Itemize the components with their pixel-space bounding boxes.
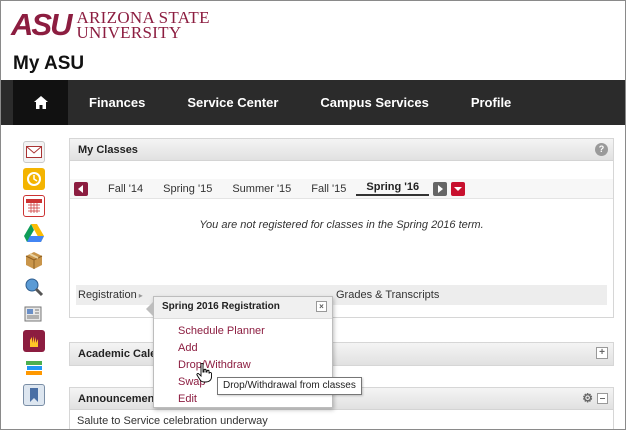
home-icon <box>33 96 48 109</box>
popup-header: Spring 2016 Registration × <box>154 297 332 319</box>
help-icon[interactable]: ? <box>595 143 608 156</box>
drop-withdraw-tooltip: Drop/Withdrawal from classes <box>217 377 362 395</box>
nav-service-center[interactable]: Service Center <box>166 80 299 125</box>
right-arrow-icon <box>438 184 444 193</box>
news-icon[interactable] <box>23 303 45 325</box>
academic-calendar-header: Academic Calen + <box>70 343 613 365</box>
asu-logo[interactable]: ASU ARIZONA STATE UNIVERSITY <box>11 9 210 41</box>
nav-campus-services[interactable]: Campus Services <box>299 80 449 125</box>
popup-title: Spring 2016 Registration <box>162 301 280 312</box>
term-tabs: Fall '14 Spring '15 Summer '15 Fall '15 … <box>70 179 613 199</box>
prev-term-button[interactable] <box>74 181 88 196</box>
google-drive-icon[interactable] <box>23 222 45 244</box>
announcement-item[interactable]: Salute to Service celebration underway <box>70 410 613 429</box>
nav-profile[interactable]: Profile <box>450 80 532 125</box>
menu-schedule-planner[interactable]: Schedule Planner <box>178 323 332 340</box>
search-globe-icon[interactable] <box>23 276 45 298</box>
logo-mark: ASU <box>11 7 72 42</box>
academic-calendar-title: Academic Calen <box>78 348 163 360</box>
logo-line-2: UNIVERSITY <box>76 23 182 42</box>
calendar-icon[interactable] <box>23 195 45 217</box>
collapse-icon[interactable] <box>597 393 608 404</box>
term-dropdown-button[interactable] <box>451 181 466 196</box>
main-nav: Finances Service Center Campus Services … <box>1 80 625 125</box>
next-term-button[interactable] <box>433 181 448 196</box>
page-frame: ASU ARIZONA STATE UNIVERSITY My ASU Fina… <box>0 0 626 430</box>
my-classes-panel: My Classes ? Fall '14 Spring '15 Summer … <box>69 138 614 318</box>
chevron-down-icon <box>454 186 463 191</box>
nav-finances[interactable]: Finances <box>68 80 166 125</box>
tab-fall-14[interactable]: Fall '14 <box>98 183 153 195</box>
tab-fall-15[interactable]: Fall '15 <box>301 183 356 195</box>
outlook-icon[interactable] <box>23 168 45 190</box>
package-icon[interactable] <box>23 249 45 271</box>
close-icon[interactable]: × <box>316 301 327 312</box>
logo-text: ARIZONA STATE UNIVERSITY <box>76 9 209 42</box>
menu-add[interactable]: Add <box>178 340 332 357</box>
asu-icon[interactable] <box>23 330 45 352</box>
popup-pointer <box>146 301 154 317</box>
left-arrow-icon <box>78 184 83 193</box>
my-classes-title: My Classes <box>78 144 138 156</box>
home-button[interactable] <box>13 80 68 125</box>
bookmark-icon[interactable] <box>23 384 45 406</box>
tab-spring-15[interactable]: Spring '15 <box>153 183 222 195</box>
books-icon[interactable] <box>23 357 45 379</box>
registration-link[interactable]: Registration <box>78 289 137 301</box>
my-classes-header: My Classes ? <box>70 139 613 161</box>
tab-summer-15[interactable]: Summer '15 <box>222 183 301 195</box>
announcements-title: Announcements <box>78 393 165 405</box>
mail-icon[interactable] <box>23 141 45 163</box>
registration-arrow-icon: ▸ <box>138 290 143 300</box>
academic-calendar-panel: Academic Calen + <box>69 342 614 366</box>
expand-icon[interactable]: + <box>596 347 608 359</box>
not-registered-message: You are not registered for classes in th… <box>199 219 484 231</box>
site-title: My ASU <box>13 53 85 74</box>
tab-spring-16[interactable]: Spring '16 <box>356 181 430 196</box>
hand-cursor-icon <box>196 363 212 383</box>
gear-icon[interactable]: ⚙ <box>582 391 593 405</box>
sidebar-icons <box>19 141 49 411</box>
grades-transcripts-link[interactable]: Grades & Transcripts <box>336 289 439 301</box>
